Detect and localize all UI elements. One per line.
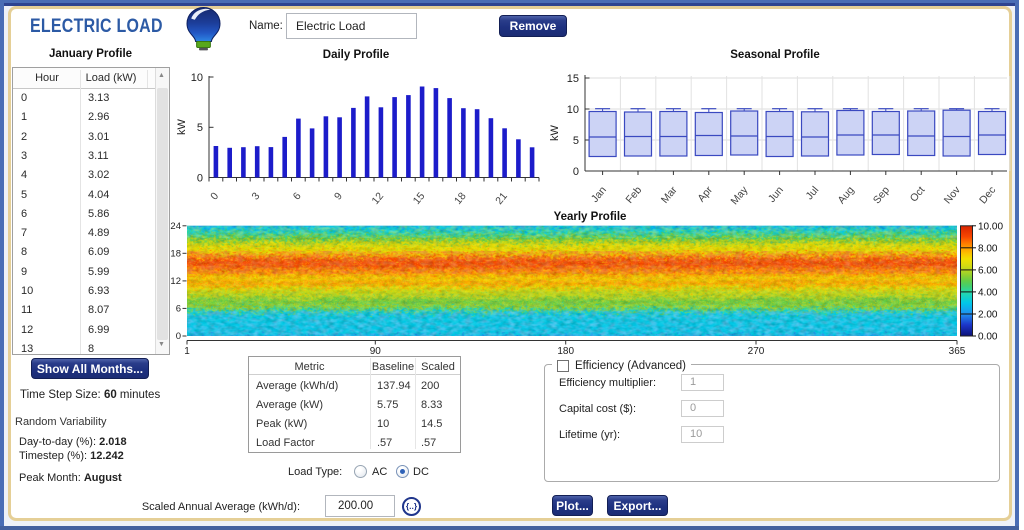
svg-text:24: 24 <box>170 221 181 232</box>
svg-text:Jan: Jan <box>589 184 609 205</box>
svg-text:6.00: 6.00 <box>978 265 998 276</box>
svg-text:6: 6 <box>291 190 304 202</box>
svg-text:12: 12 <box>369 190 386 207</box>
svg-text:8.00: 8.00 <box>978 243 998 254</box>
svg-text:1: 1 <box>184 346 190 357</box>
svg-text:12: 12 <box>170 276 181 287</box>
svg-text:3: 3 <box>250 190 263 202</box>
svg-text:21: 21 <box>493 190 510 207</box>
svg-text:Mar: Mar <box>659 184 680 206</box>
svg-text:2.00: 2.00 <box>978 310 998 321</box>
svg-text:5: 5 <box>573 135 579 147</box>
svg-text:4.00: 4.00 <box>978 287 998 298</box>
svg-text:Sep: Sep <box>871 184 892 206</box>
svg-text:Feb: Feb <box>623 184 644 206</box>
svg-text:Dec: Dec <box>977 184 998 206</box>
svg-text:0: 0 <box>176 331 181 342</box>
svg-text:10.00: 10.00 <box>978 221 1003 232</box>
svg-text:18: 18 <box>452 190 469 207</box>
svg-text:Nov: Nov <box>942 184 964 207</box>
svg-text:10: 10 <box>567 104 579 116</box>
svg-text:May: May <box>729 184 751 207</box>
svg-text:270: 270 <box>748 346 765 357</box>
svg-text:Aug: Aug <box>835 184 856 206</box>
svg-text:kW: kW <box>549 124 561 141</box>
svg-text:10: 10 <box>191 72 203 84</box>
svg-text:15: 15 <box>567 73 579 85</box>
svg-text:0: 0 <box>573 166 579 178</box>
svg-text:Oct: Oct <box>908 184 928 204</box>
svg-text:0: 0 <box>208 190 221 202</box>
svg-text:15: 15 <box>411 190 428 207</box>
svg-text:180: 180 <box>557 346 574 357</box>
svg-text:kW: kW <box>176 118 188 135</box>
svg-text:18: 18 <box>170 249 181 260</box>
svg-text:5: 5 <box>197 122 203 134</box>
svg-text:9: 9 <box>332 190 345 202</box>
svg-text:0: 0 <box>197 172 203 184</box>
svg-text:6: 6 <box>176 304 181 315</box>
svg-text:Apr: Apr <box>695 184 715 205</box>
svg-text:365: 365 <box>949 346 966 357</box>
svg-text:Jun: Jun <box>766 184 786 205</box>
svg-text:0.00: 0.00 <box>978 332 998 343</box>
svg-text:Jul: Jul <box>803 184 821 202</box>
